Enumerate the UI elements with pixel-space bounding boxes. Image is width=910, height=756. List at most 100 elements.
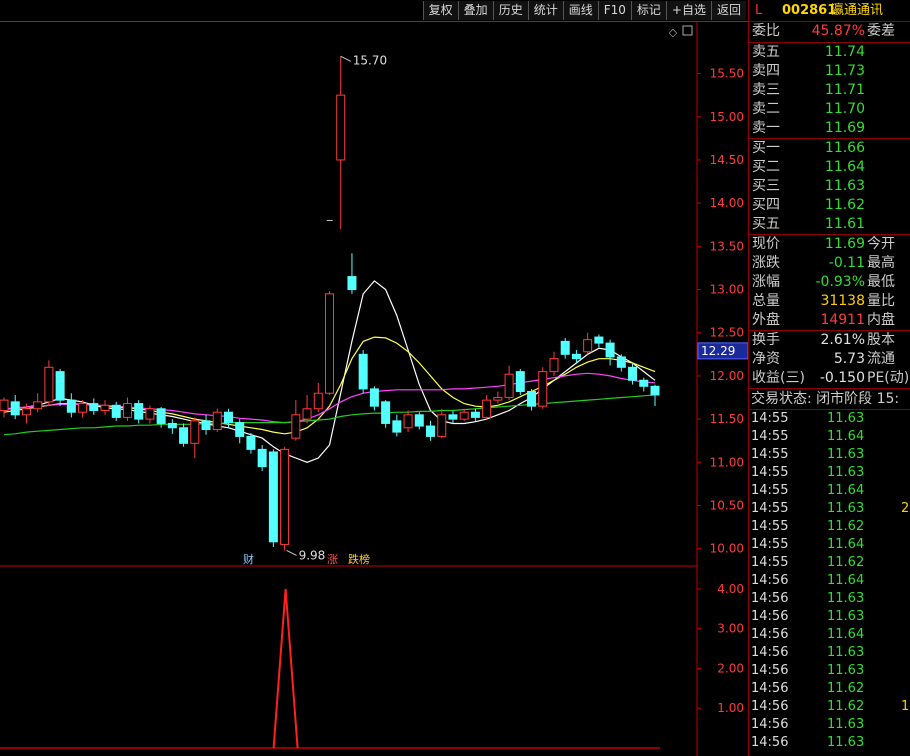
- candle-body: [381, 401, 391, 424]
- tick-volume: 2: [901, 501, 910, 516]
- toolbar-button-3[interactable]: 统计: [527, 1, 563, 20]
- candle-body: [190, 420, 200, 444]
- quote-row: 涨幅 -0.93% 最低: [749, 273, 910, 292]
- stock-header: L 002861 瀛通通讯: [749, 0, 910, 22]
- bid-row-label: 买三: [752, 178, 780, 194]
- y-tick-label: 10.50: [710, 499, 744, 513]
- quote-row-label: 总量: [752, 293, 780, 309]
- quote-row-right-label: 量比: [867, 293, 895, 309]
- stock-flag: L: [755, 3, 763, 18]
- bid-row-label: 买一: [752, 140, 780, 156]
- candle-body: [459, 411, 469, 420]
- quote-row: 总量 31138 量比: [749, 292, 910, 311]
- tick-time: 14:55: [751, 519, 789, 534]
- toolbar-button-1[interactable]: 叠加: [457, 1, 493, 20]
- tick-time: 14:55: [751, 483, 789, 498]
- toolbar-button-6[interactable]: 标记: [630, 1, 666, 20]
- stock-code: 002861: [782, 3, 837, 18]
- tick-volume: 1: [901, 699, 910, 714]
- y-tick-label: 13.50: [710, 239, 744, 253]
- weicha-label: 委差: [867, 23, 895, 39]
- ma-line: [3, 394, 656, 436]
- fin-row-value: -0.150: [819, 370, 865, 386]
- sub-y-tick-label: 1.00: [717, 701, 744, 715]
- candle-body: [223, 411, 233, 424]
- candle-body: [538, 371, 548, 407]
- quote-row: 涨跌 -0.11 最高: [749, 254, 910, 273]
- candle-body: [650, 385, 660, 396]
- kline-chart-area[interactable]: 15.50 15.00 14.50 14.00 13.50 13.00 12.50 12.00…: [0, 21, 748, 756]
- bid-row-value: 11.66: [824, 140, 865, 156]
- candle-body: [527, 390, 537, 407]
- quote-row-label: 现价: [752, 236, 780, 252]
- tick-price: 11.63: [827, 465, 865, 480]
- candle-body: [482, 399, 492, 418]
- quote-row-value: -0.93%: [815, 274, 865, 290]
- tick-time: 14:56: [751, 735, 789, 750]
- candle-body: [156, 408, 166, 424]
- ask-row: 卖一 11.69: [749, 119, 910, 138]
- tick-time: 14:55: [751, 411, 789, 426]
- tick-time: 14:56: [751, 717, 789, 732]
- tick-row: 14:55 11.63: [749, 410, 910, 428]
- toolbar-button-0[interactable]: 复权: [422, 1, 458, 20]
- y-tick-label: 12.00: [710, 369, 744, 383]
- quote-row-label: 外盘: [752, 312, 780, 328]
- candle-body: [605, 342, 615, 358]
- ask-row-value: 11.73: [824, 63, 865, 79]
- y-tick-label: 15.00: [710, 110, 744, 124]
- tick-row: 14:55 11.64: [749, 536, 910, 554]
- candle-body: [111, 404, 121, 418]
- quote-stats: 现价 11.69 今开 涨跌 -0.11 最高 涨幅 -0.93% 最低 总量 31138 量比 外盘 1…: [749, 235, 910, 331]
- toolbar-button-2[interactable]: 历史: [492, 1, 528, 20]
- ask-row-label: 卖二: [752, 101, 780, 117]
- y-tick-label: 14.00: [710, 196, 744, 210]
- ask-row-label: 卖三: [752, 82, 780, 98]
- low-annotation: 9.98: [299, 548, 326, 562]
- candle-body: [358, 353, 368, 390]
- tick-price: 11.62: [827, 519, 865, 534]
- y-tick-label: 14.50: [710, 153, 744, 167]
- toolbar-button-8[interactable]: 返回: [710, 1, 746, 20]
- candle-body: [336, 94, 346, 161]
- bid-row-value: 11.64: [824, 159, 865, 175]
- tick-price: 11.64: [827, 573, 865, 588]
- tick-price: 11.63: [827, 735, 865, 750]
- toolbar-buttons: 复权 叠加 历史 统计 画线 F10 标记 +自选 返回: [422, 1, 746, 21]
- candle-body: [594, 336, 604, 344]
- trade-status: 交易状态: 闭市阶段 15:: [749, 389, 910, 410]
- tick-price: 11.63: [827, 501, 865, 516]
- kline-chart[interactable]: 15.50 15.00 14.50 14.00 13.50 13.00 12.50 12.00…: [0, 21, 748, 756]
- candle-body: [179, 427, 189, 444]
- ask-row-value: 11.74: [824, 44, 865, 60]
- tick-row: 14:56 11.62 1: [749, 698, 910, 716]
- ask-row: 卖二 11.70: [749, 100, 910, 119]
- toolbar-button-7[interactable]: +自选: [665, 1, 711, 20]
- toolbar-button-5[interactable]: F10: [597, 1, 631, 20]
- tick-time: 14:55: [751, 429, 789, 444]
- tick-price: 11.64: [827, 537, 865, 552]
- tick-price: 11.63: [827, 645, 865, 660]
- candle-body: [504, 373, 514, 399]
- toolbar-button-4[interactable]: 画线: [562, 1, 598, 20]
- fin-row-value: 5.73: [833, 351, 865, 367]
- tick-list[interactable]: 14:55 11.63 14:55 11.64 14:55 11.63 14:55 11.63…: [749, 410, 910, 752]
- ask-row-label: 卖五: [752, 44, 780, 60]
- candle-body: [291, 414, 301, 439]
- tick-price: 11.62: [827, 555, 865, 570]
- tick-time: 14:56: [751, 663, 789, 678]
- candle-body: [10, 401, 20, 416]
- tick-time: 14:56: [751, 681, 789, 696]
- y-tick-label: 13.00: [710, 283, 744, 297]
- tick-price: 11.63: [827, 411, 865, 426]
- candle-body: [616, 356, 626, 368]
- fin-row-label: 换手: [752, 332, 780, 348]
- candle-body: [549, 358, 559, 373]
- weibi-row: 委比 45.87% 委差: [749, 22, 910, 43]
- candle-body: [515, 371, 525, 392]
- ask-row-value: 11.70: [824, 101, 865, 117]
- event-marker: 跌榜: [348, 552, 370, 566]
- ask-row: 卖三 11.71: [749, 81, 910, 100]
- tick-row: 14:56 11.64: [749, 572, 910, 590]
- quote-row: 外盘 14911 内盘: [749, 311, 910, 330]
